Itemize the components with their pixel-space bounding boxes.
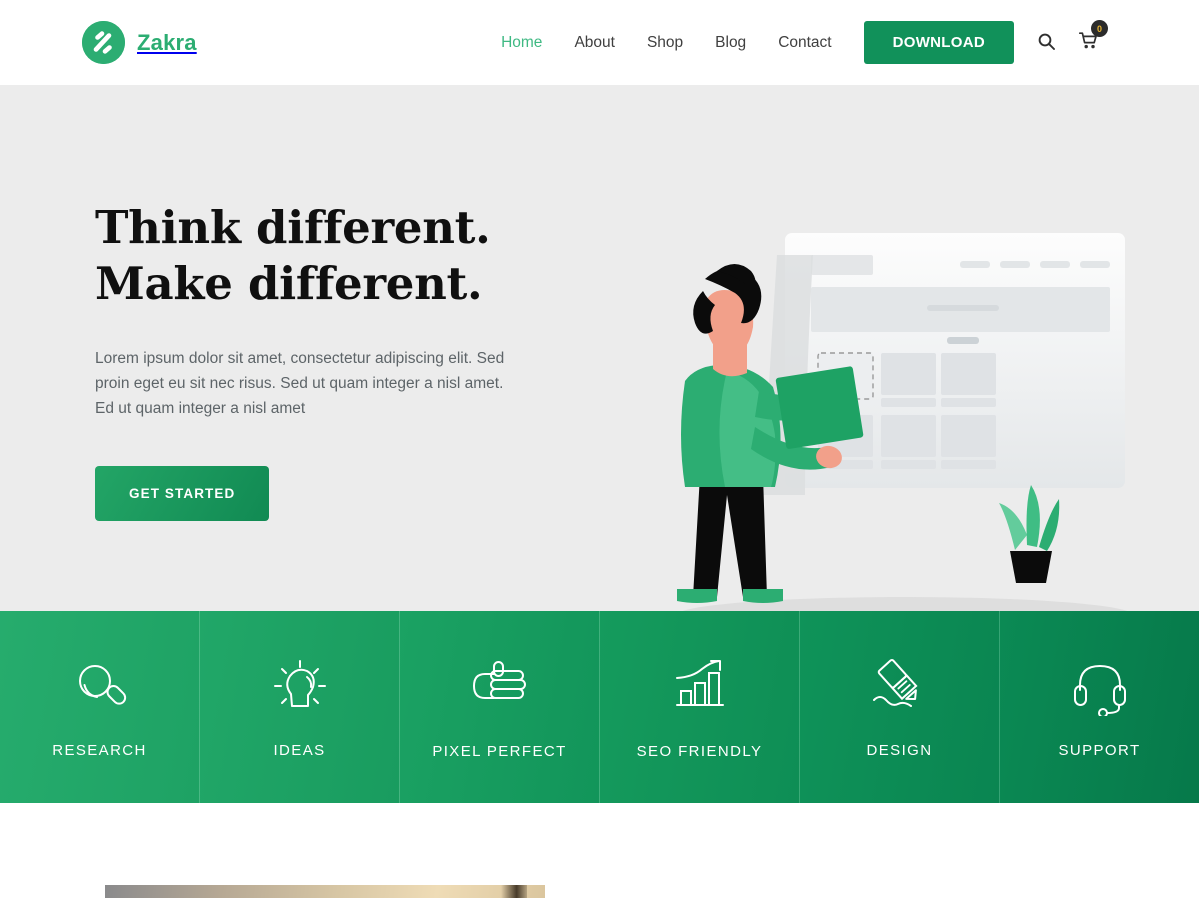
search-button[interactable]	[1038, 33, 1055, 53]
search-icon	[1038, 33, 1055, 53]
feature-tile-support[interactable]: SUPPORT	[1000, 611, 1199, 803]
feature-label: SUPPORT	[1058, 741, 1141, 759]
feature-label: DESIGN	[866, 741, 933, 759]
feature-tile-research[interactable]: RESEARCH	[0, 611, 200, 803]
main-navigation: Home About Shop Blog Contact DOWNLOAD 0	[485, 20, 1108, 64]
photo-shadow-edge	[501, 885, 527, 898]
hero-section: Think different. Make different. Lorem i…	[0, 85, 1199, 611]
feature-label: SEO FRIENDLY	[636, 742, 763, 760]
headset-icon	[1071, 656, 1129, 718]
thumbs-up-icon	[471, 655, 529, 717]
feature-tile-design[interactable]: DESIGN	[800, 611, 1000, 803]
marker-pen-icon	[871, 656, 929, 718]
feature-label: RESEARCH	[52, 741, 147, 759]
zakra-circle-logo-icon	[82, 21, 125, 64]
bar-chart-icon	[671, 655, 729, 717]
hero-title: Think different. Make different.	[95, 200, 635, 312]
feature-label: IDEAS	[273, 741, 326, 759]
lightbulb-icon	[271, 656, 329, 718]
feature-strip: RESEARCH IDEAS PIXEL PERFECT SEO FRIENDL…	[0, 611, 1199, 803]
feature-tile-pixel-perfect[interactable]: PIXEL PERFECT	[400, 611, 600, 803]
brand-logo-link[interactable]: Zakra	[82, 21, 197, 64]
hero-illustration	[655, 195, 1155, 611]
site-header: Zakra Home About Shop Blog Contact DOWNL…	[0, 0, 1199, 85]
cart-button[interactable]: 0	[1078, 20, 1108, 53]
nav-item-blog[interactable]: Blog	[699, 34, 762, 52]
get-started-button[interactable]: GET STARTED	[95, 465, 270, 521]
workspace-photo	[105, 885, 545, 898]
hero-title-line-1: Think different.	[95, 201, 491, 254]
cart-count-badge: 0	[1091, 20, 1108, 37]
magnifier-icon	[71, 656, 129, 718]
nav-item-home[interactable]: Home	[485, 34, 558, 52]
download-button[interactable]: DOWNLOAD	[863, 21, 1014, 64]
brand-name: Zakra	[137, 29, 197, 55]
about-section: Take a step Up To Build Y	[0, 803, 1199, 898]
feature-tile-seo-friendly[interactable]: SEO FRIENDLY	[600, 611, 800, 803]
hero-title-line-2: Make different.	[95, 256, 483, 310]
feature-label: PIXEL PERFECT	[432, 742, 567, 760]
hero-paragraph: Lorem ipsum dolor sit amet, consectetur …	[95, 349, 505, 418]
nav-item-about[interactable]: About	[558, 34, 631, 52]
nav-item-shop[interactable]: Shop	[631, 34, 699, 52]
feature-tile-ideas[interactable]: IDEAS	[200, 611, 400, 803]
hero-copy: Think different. Make different. Lorem i…	[95, 200, 635, 521]
nav-item-contact[interactable]: Contact	[762, 34, 847, 52]
